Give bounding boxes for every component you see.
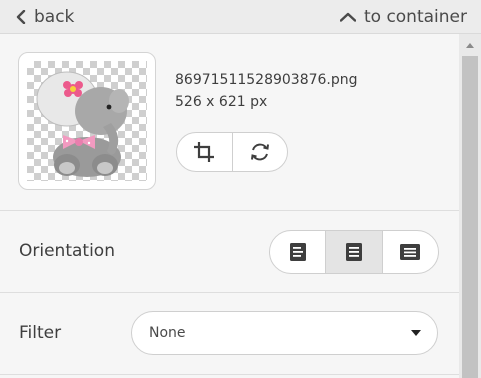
scroll-up-arrow-icon[interactable] <box>459 34 481 56</box>
image-action-group <box>176 132 288 172</box>
image-section: 86971511528903876.png 526 x 621 px <box>0 34 459 211</box>
filter-select[interactable]: None <box>131 311 438 355</box>
image-dimensions: 526 x 621 px <box>175 94 268 110</box>
orientation-right-button[interactable] <box>381 231 438 273</box>
back-label: back <box>34 7 75 27</box>
vertical-scrollbar[interactable] <box>459 34 481 378</box>
orientation-toggle-group <box>269 230 439 274</box>
to-container-label: to container <box>363 7 467 27</box>
chevron-up-icon <box>339 12 356 22</box>
crop-button[interactable] <box>177 133 232 171</box>
top-nav-bar: back to container <box>0 0 481 34</box>
orientation-center-button[interactable] <box>325 231 382 273</box>
orientation-label: Orientation <box>19 241 115 261</box>
align-center-icon <box>345 242 363 262</box>
elephant-toy-image <box>36 71 129 177</box>
properties-panel: 86971511528903876.png 526 x 621 px Orien… <box>0 34 459 378</box>
back-link[interactable]: back <box>16 6 74 28</box>
align-right-icon <box>399 242 421 262</box>
scrollbar-thumb[interactable] <box>462 56 478 378</box>
to-container-link[interactable]: to container <box>339 6 467 28</box>
image-thumbnail[interactable] <box>18 52 156 190</box>
replace-image-button[interactable] <box>231 133 288 171</box>
filter-section: Filter None <box>0 293 459 375</box>
crop-icon <box>193 141 215 163</box>
image-file-name: 86971511528903876.png <box>175 72 358 88</box>
orientation-section: Orientation <box>0 211 459 293</box>
filter-label: Filter <box>19 323 62 343</box>
chevron-left-icon <box>16 10 26 24</box>
caret-down-icon <box>411 330 421 336</box>
filter-selected-value: None <box>149 325 186 341</box>
orientation-left-button[interactable] <box>270 231 325 273</box>
align-left-icon <box>289 242 307 262</box>
refresh-icon <box>249 141 271 163</box>
